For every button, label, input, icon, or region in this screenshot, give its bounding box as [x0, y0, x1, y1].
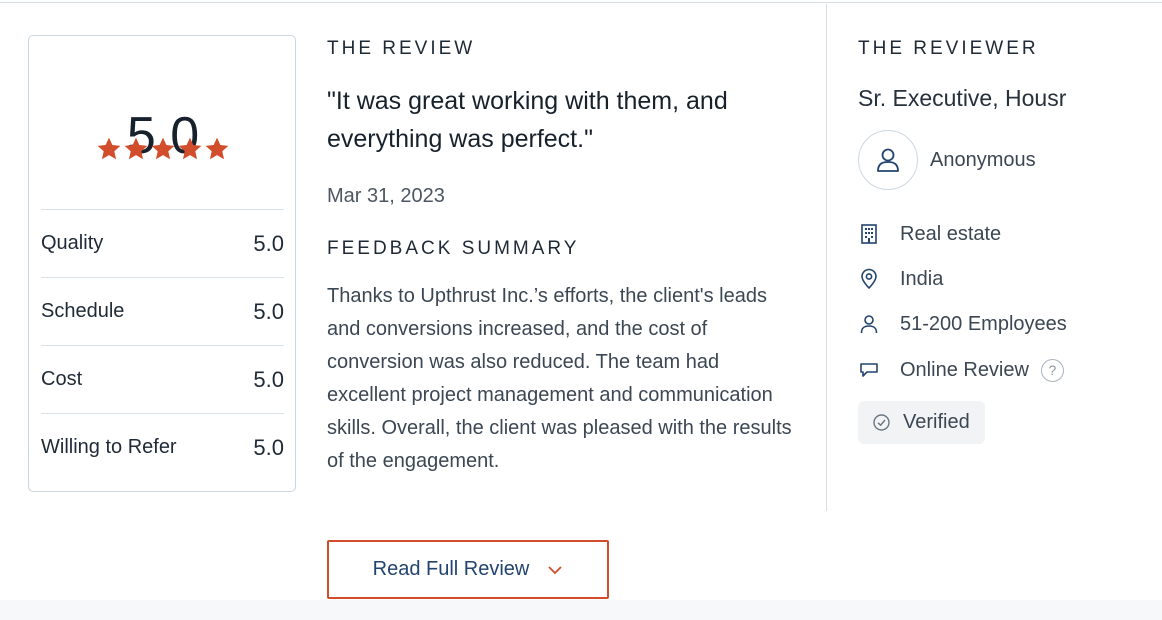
company-size-text: 51-200 Employees [900, 312, 1067, 335]
top-divider [0, 2, 1162, 3]
location-detail: India [858, 265, 943, 293]
metric-value: 5.0 [253, 434, 284, 460]
read-full-review-label: Read Full Review [372, 558, 530, 580]
chevron-down-icon [548, 565, 562, 574]
metric-label: Schedule [41, 300, 125, 322]
building-icon [861, 224, 877, 244]
star-icon [124, 137, 148, 160]
read-full-review-button[interactable]: Read Full Review [327, 540, 609, 599]
feedback-summary-label: FEEDBACK SUMMARY [327, 238, 580, 259]
avatar [858, 130, 918, 190]
user-icon [877, 148, 899, 172]
verified-text: Verified [903, 411, 970, 433]
industry-detail: Real estate [858, 220, 1001, 248]
review-quote: "It was great working with them, and eve… [327, 87, 728, 153]
column-divider [826, 4, 827, 511]
rating-card: 5.0 Quality 5.0 Schedule 5.0 Cost 5.0 Willing … [28, 35, 296, 492]
star-icon [97, 137, 121, 160]
rating-metric-row: Willing to Refer 5.0 [41, 413, 284, 481]
star-icon [205, 137, 229, 160]
review-date: Mar 31, 2023 [327, 185, 445, 207]
check-circle-icon [873, 414, 890, 431]
review-type-text: Online Review [900, 358, 1029, 381]
star-icon [178, 137, 202, 160]
location-text: India [900, 267, 944, 290]
industry-text: Real estate [900, 222, 1002, 245]
reviewer-section-label: THE REVIEWER [858, 38, 1039, 59]
rating-metric-row: Schedule 5.0 [41, 277, 284, 345]
person-icon [860, 315, 878, 334]
metric-label: Quality [41, 232, 104, 254]
feedback-summary-text: Thanks to Upthrust Inc.’s efforts, the c… [327, 285, 792, 472]
rating-metric-row: Cost 5.0 [41, 345, 284, 413]
verified-badge: Verified [858, 401, 985, 444]
review-type-detail: Online Review ? [858, 356, 1064, 384]
reviewer-name: Anonymous [930, 149, 1036, 171]
bottom-band [0, 600, 1162, 620]
help-icon[interactable]: ? [1040, 358, 1064, 382]
reviewer-title: Sr. Executive, Housr [858, 85, 1067, 111]
location-pin-icon [861, 268, 877, 289]
metric-label: Willing to Refer [41, 436, 177, 458]
rating-metrics: Quality 5.0 Schedule 5.0 Cost 5.0 Willing to R… [41, 209, 284, 481]
metric-value: 5.0 [253, 298, 284, 324]
chat-bubble-icon [860, 363, 878, 377]
review-section-label: THE REVIEW [327, 38, 476, 59]
rating-metric-row: Quality 5.0 [41, 209, 284, 277]
star-icon [151, 137, 175, 160]
star-rating [29, 136, 297, 162]
metric-value: 5.0 [253, 366, 284, 392]
metric-label: Cost [41, 368, 83, 390]
company-size-detail: 51-200 Employees [858, 310, 1067, 338]
metric-value: 5.0 [253, 230, 284, 256]
